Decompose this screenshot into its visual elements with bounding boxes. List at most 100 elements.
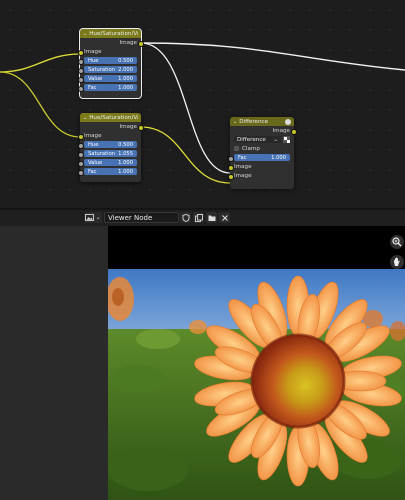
input-label: Image	[234, 163, 252, 170]
dropdown-value: Difference	[237, 136, 266, 143]
clamp-checkbox[interactable]	[234, 146, 239, 151]
field-label: Saturation	[88, 66, 116, 73]
image-input-1-row: Image	[227, 162, 294, 171]
field-label: Hue	[88, 141, 99, 148]
fac-row: Fac 1.000	[227, 153, 294, 162]
float-socket-icon[interactable]	[77, 58, 84, 65]
sunflower-image	[108, 269, 405, 500]
float-socket-icon[interactable]	[77, 85, 84, 92]
output-socket-row: Image	[80, 122, 144, 131]
float-socket-icon[interactable]	[77, 151, 84, 158]
fac-field[interactable]: Fac 1.000	[84, 84, 137, 91]
node-title: Difference	[239, 118, 269, 125]
hand-pan-icon	[394, 257, 400, 266]
viewer-image	[108, 269, 405, 500]
field-label: Value	[88, 75, 103, 82]
value-field[interactable]: Value 1.000	[84, 159, 137, 166]
field-label: Fac	[88, 84, 97, 91]
float-socket-icon[interactable]	[77, 169, 84, 176]
output-label: Image	[119, 123, 137, 130]
fake-user-shield-icon	[182, 213, 189, 222]
collapse-chevron-icon[interactable]: ⌄	[233, 119, 237, 125]
editor-type-button[interactable]: ⌄	[84, 212, 102, 223]
node-header[interactable]: ⌄ Hue/Saturation/Value	[80, 113, 141, 122]
fac-row: Fac 1.000	[77, 167, 141, 176]
open-image-button[interactable]	[206, 212, 217, 223]
new-image-button[interactable]	[193, 212, 204, 223]
float-socket-icon[interactable]	[77, 160, 84, 167]
color-socket-icon[interactable]	[227, 164, 234, 171]
link-hsv2-to-diff	[140, 126, 231, 184]
color-socket-icon[interactable]	[290, 128, 297, 135]
field-value: 1.000	[118, 84, 133, 91]
chevron-down-icon: ⌄	[273, 136, 278, 143]
color-socket-icon[interactable]	[227, 173, 234, 180]
use-alpha-icon[interactable]	[283, 136, 290, 143]
zoom-button[interactable]	[390, 235, 404, 249]
input-socket-row: Image	[77, 47, 141, 56]
node-title: Hue/Saturation/Value	[89, 114, 138, 121]
image-editor-icon	[85, 214, 95, 221]
chevron-down-icon: ⌄	[95, 214, 101, 221]
field-value: 1.000	[118, 168, 133, 175]
input-label: Image	[234, 172, 252, 179]
hue-field[interactable]: Hue 0.500	[84, 57, 137, 64]
fac-field[interactable]: Fac 1.000	[234, 154, 290, 161]
open-folder-icon	[208, 215, 215, 221]
field-value: 1.055	[118, 150, 133, 157]
clamp-row: Clamp	[230, 144, 294, 153]
link-input-to-hsv1	[0, 53, 81, 73]
saturation-row: Saturation 2.000	[77, 65, 141, 74]
float-socket-icon[interactable]	[77, 142, 84, 149]
field-label: Fac	[238, 154, 247, 161]
output-socket-row: Image	[80, 38, 144, 47]
fac-row: Fac 1.000	[77, 83, 141, 92]
difference-node[interactable]: ⌄ Difference Image Difference ⌄ Clamp Fa…	[227, 117, 297, 189]
fac-field[interactable]: Fac 1.000	[84, 168, 137, 175]
collapse-chevron-icon[interactable]: ⌄	[83, 31, 87, 37]
blend-mode-dropdown[interactable]: Difference ⌄	[234, 136, 281, 143]
field-label: Fac	[88, 168, 97, 175]
zoom-icon	[392, 237, 402, 247]
float-socket-icon[interactable]	[77, 76, 84, 83]
color-socket-icon[interactable]	[77, 133, 84, 140]
hue-field[interactable]: Hue 0.500	[84, 141, 137, 148]
image-name-field[interactable]: Viewer Node	[104, 212, 179, 223]
saturation-row: Saturation 1.055	[77, 149, 141, 158]
field-value: 0.500	[118, 141, 133, 148]
hue-row: Hue 0.500	[77, 56, 141, 65]
saturation-field[interactable]: Saturation 1.055	[84, 150, 137, 157]
node-header[interactable]: ⌄ Hue/Saturation/Value	[80, 29, 141, 38]
hsv-node-1[interactable]: ⌄ Hue/Saturation/Value Image Image Hue 0…	[77, 28, 144, 99]
field-value: 1.000	[118, 159, 133, 166]
float-socket-icon[interactable]	[227, 155, 234, 162]
output-socket-row: Image	[230, 126, 297, 135]
fake-user-button[interactable]	[180, 212, 191, 223]
link-hsv1-to-diff	[140, 42, 231, 174]
output-label: Image	[272, 127, 290, 134]
clamp-label: Clamp	[242, 145, 260, 152]
pan-button[interactable]	[390, 255, 404, 269]
collapse-chevron-icon[interactable]: ⌄	[83, 115, 87, 121]
field-label: Hue	[88, 57, 99, 64]
color-socket-icon[interactable]	[137, 40, 144, 47]
hsv-node-2[interactable]: ⌄ Hue/Saturation/Value Image Image Hue 0…	[77, 113, 144, 182]
node-links	[0, 42, 405, 184]
node-header[interactable]: ⌄ Difference	[230, 117, 294, 126]
float-socket-icon[interactable]	[77, 67, 84, 74]
color-socket-icon[interactable]	[137, 124, 144, 131]
field-value: 1.000	[118, 75, 133, 82]
close-icon	[221, 214, 228, 221]
saturation-field[interactable]: Saturation 2.000	[84, 66, 137, 73]
field-value: 1.000	[271, 154, 286, 161]
field-label: Saturation	[88, 150, 116, 157]
input-label: Image	[84, 48, 102, 55]
hue-row: Hue 0.500	[77, 140, 141, 149]
blend-mode-row: Difference ⌄	[230, 135, 294, 144]
unlink-image-button[interactable]	[219, 212, 230, 223]
globe-icon	[285, 118, 291, 125]
node-editor[interactable]: ⌄ Hue/Saturation/Value Image Image Hue 0…	[0, 0, 405, 208]
color-socket-icon[interactable]	[77, 49, 84, 56]
value-row: Value 1.000	[77, 158, 141, 167]
value-field[interactable]: Value 1.000	[84, 75, 137, 82]
